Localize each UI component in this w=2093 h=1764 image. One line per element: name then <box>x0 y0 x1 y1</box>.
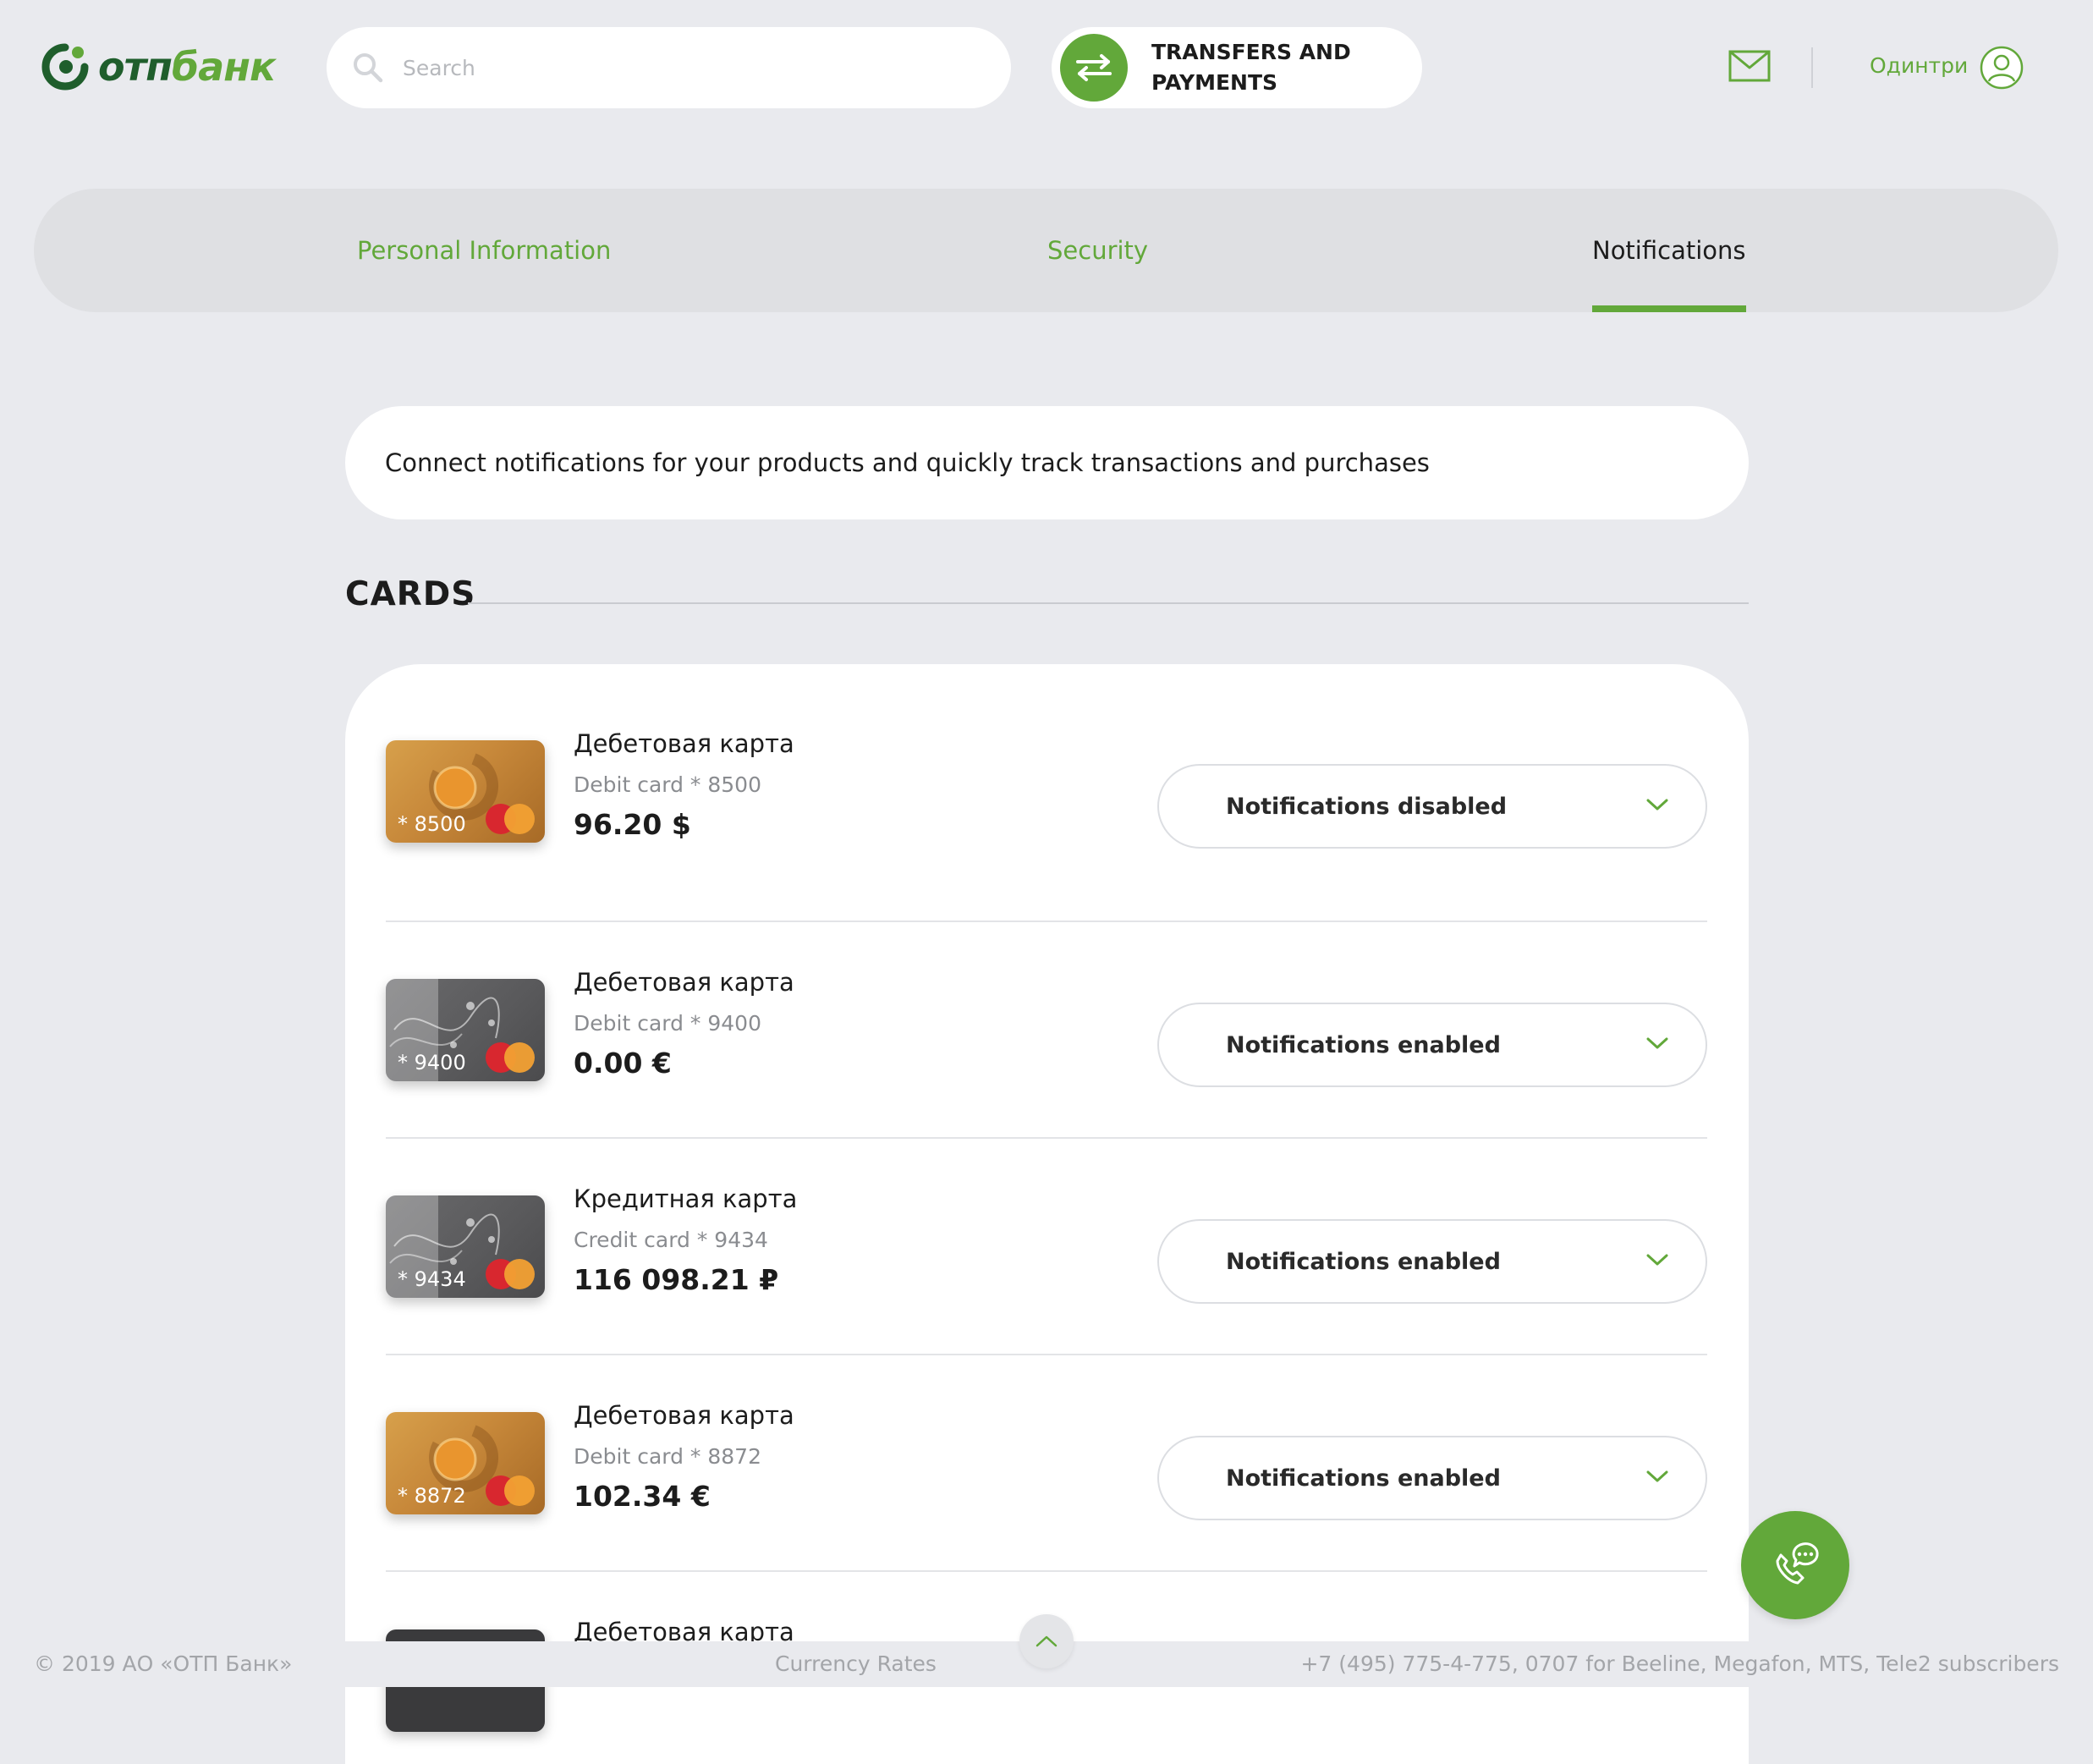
card-row: * 9434 Кредитная карта Credit card * 943… <box>386 1139 1707 1355</box>
chevron-down-icon <box>1646 1037 1668 1049</box>
card-row: * 9400 Дебетовая карта Debit card * 9400… <box>386 922 1707 1139</box>
cards-list: * 8500 Дебетовая карта Debit card * 8500… <box>345 664 1749 1764</box>
card-name: Дебетовая карта <box>574 968 794 997</box>
card-image: * 9400 <box>386 979 545 1081</box>
card-subtitle: Debit card * 8872 <box>574 1444 761 1469</box>
notification-status-dropdown[interactable]: Notifications disabled <box>1157 764 1707 849</box>
card-subtitle: Debit card * 8500 <box>574 772 761 797</box>
username-link[interactable]: Одинтри <box>1870 49 1968 83</box>
notification-status-dropdown[interactable]: Notifications enabled <box>1157 1436 1707 1520</box>
footer-copyright: © 2019 АО «ОТП Банк» <box>34 1651 293 1676</box>
footer-currency-rates-link[interactable]: Currency Rates <box>775 1651 937 1676</box>
notifications-info-banner: Connect notifications for your products … <box>345 406 1749 519</box>
mastercard-icon <box>486 804 535 834</box>
card-number: * 8500 <box>398 812 466 836</box>
user-avatar-icon[interactable] <box>1980 46 2024 90</box>
card-balance: 116 098.21 ₽ <box>574 1263 779 1296</box>
notification-status-dropdown[interactable]: Notifications enabled <box>1157 1219 1707 1304</box>
logo-mark-icon <box>41 43 89 91</box>
section-title: CARDS <box>345 575 476 613</box>
card-number: * 9400 <box>398 1051 466 1074</box>
tab-security[interactable]: Security <box>1047 189 1148 312</box>
card-number: * 8872 <box>398 1484 466 1508</box>
mastercard-icon <box>486 1475 535 1506</box>
chevron-down-icon <box>1646 1470 1668 1482</box>
mastercard-icon <box>486 1042 535 1073</box>
footer-phones: +7 (495) 775-4-775, 0707 for Beeline, Me… <box>1300 1651 2059 1676</box>
card-row: * 8872 Дебетовая карта Debit card * 8872… <box>386 1355 1707 1572</box>
active-tab-indicator <box>1592 305 1746 312</box>
notification-status-value: Notifications enabled <box>1226 1465 1501 1492</box>
notification-status-dropdown[interactable]: Notifications enabled <box>1157 1003 1707 1087</box>
mail-icon[interactable] <box>1728 49 1771 83</box>
phone-chat-icon <box>1776 1542 1819 1585</box>
card-balance: 0.00 € <box>574 1047 672 1080</box>
card-row: * 8500 Дебетовая карта Debit card * 8500… <box>386 664 1707 922</box>
chevron-down-icon <box>1646 1254 1668 1266</box>
chevron-up-icon <box>1036 1635 1057 1647</box>
card-name: Дебетовая карта <box>574 729 794 758</box>
tab-notifications[interactable]: Notifications <box>1592 189 1746 312</box>
card-image: * 8500 <box>386 740 545 843</box>
notification-status-value: Notifications disabled <box>1226 793 1508 820</box>
card-image: * 8872 <box>386 1412 545 1514</box>
otp-bank-logo[interactable]: отпбанк <box>41 41 276 93</box>
card-balance: 96.20 $ <box>574 808 691 841</box>
card-subtitle: Credit card * 9434 <box>574 1228 768 1252</box>
notification-status-value: Notifications enabled <box>1226 1031 1501 1058</box>
profile-tabs: Personal Information Security Notificati… <box>34 189 2058 312</box>
logo-text: отпбанк <box>98 44 276 90</box>
call-chat-button[interactable] <box>1741 1511 1849 1619</box>
transfers-label: TRANSFERS AND PAYMENTS <box>1151 40 1351 95</box>
header-divider <box>1811 47 1813 88</box>
card-name: Кредитная карта <box>574 1184 798 1213</box>
chevron-down-icon <box>1646 799 1668 811</box>
card-balance: 102.34 € <box>574 1480 711 1513</box>
search-input[interactable] <box>401 54 909 81</box>
search-bar[interactable] <box>327 27 1011 108</box>
mastercard-icon <box>486 1259 535 1289</box>
tab-personal-information[interactable]: Personal Information <box>357 189 611 312</box>
card-image: * 9434 <box>386 1195 545 1298</box>
transfer-arrows-icon <box>1060 34 1128 102</box>
search-icon <box>354 53 383 83</box>
scroll-to-top-button[interactable] <box>1019 1614 1074 1668</box>
notification-status-value: Notifications enabled <box>1226 1248 1501 1275</box>
card-subtitle: Debit card * 9400 <box>574 1011 761 1036</box>
section-divider <box>468 602 1749 604</box>
card-number: * 9434 <box>398 1267 466 1291</box>
transfers-and-payments-button[interactable]: TRANSFERS AND PAYMENTS <box>1052 27 1422 108</box>
card-name: Дебетовая карта <box>574 1401 794 1430</box>
